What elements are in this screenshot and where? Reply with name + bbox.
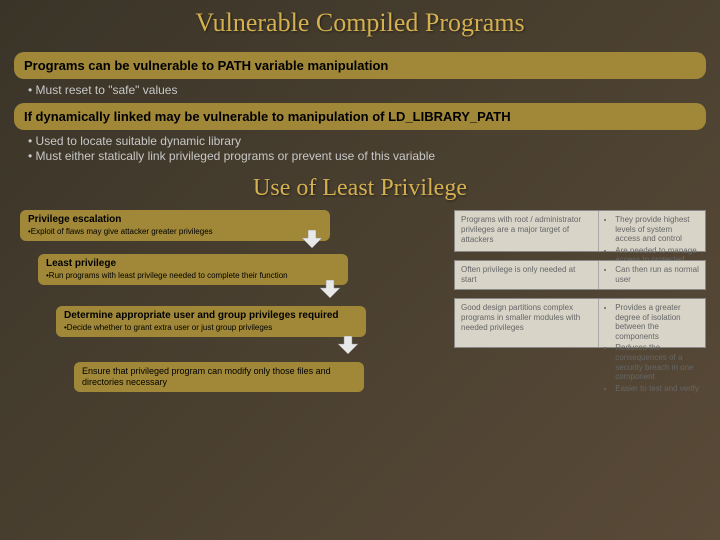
- box-head: Programs can be vulnerable to PATH varia…: [24, 58, 696, 73]
- side-right-item: They provide highest levels of system ac…: [615, 215, 699, 244]
- side-left-text: Good design partitions complex programs …: [455, 299, 599, 347]
- bullet-item: Used to locate suitable dynamic library: [28, 134, 706, 148]
- arrow-down-icon: [320, 280, 340, 298]
- side-left-text: Programs with root / administrator privi…: [455, 211, 599, 251]
- arrow-down-icon: [302, 230, 322, 248]
- step-title: Privilege escalation: [28, 214, 322, 225]
- side-right-item: Reduces the consequences of a security b…: [615, 343, 699, 381]
- step-ensure-modify: Ensure that privileged program can modif…: [74, 362, 364, 392]
- box-path-manipulation: Programs can be vulnerable to PATH varia…: [14, 52, 706, 79]
- step-least-privilege: Least privilege •Run programs with least…: [38, 254, 348, 285]
- box-head: If dynamically linked may be vulnerable …: [24, 109, 696, 124]
- bullets-ldlibrary: Used to locate suitable dynamic library …: [28, 134, 706, 163]
- step-determine-privileges: Determine appropriate user and group pri…: [56, 306, 366, 337]
- side-box-root-target: Programs with root / administrator privi…: [454, 210, 706, 252]
- side-box-good-design: Good design partitions complex programs …: [454, 298, 706, 348]
- bullet-item: Must reset to "safe" values: [28, 83, 706, 97]
- side-left-text: Often privilege is only needed at start: [455, 261, 599, 289]
- step-title: Determine appropriate user and group pri…: [64, 310, 358, 321]
- bullets-path: Must reset to "safe" values: [28, 83, 706, 97]
- step-text: •Exploit of flaws may give attacker grea…: [28, 227, 322, 237]
- step-title: Least privilege: [46, 258, 340, 269]
- side-box-only-start: Often privilege is only needed at start …: [454, 260, 706, 290]
- side-right-list: Can then run as normal user: [599, 261, 705, 289]
- box-ldlibrary: If dynamically linked may be vulnerable …: [14, 103, 706, 130]
- arrow-down-icon: [338, 336, 358, 354]
- step-privilege-escalation: Privilege escalation •Exploit of flaws m…: [20, 210, 330, 241]
- main-title: Vulnerable Compiled Programs: [0, 0, 720, 48]
- side-right-item: Provides a greater degree of isolation b…: [615, 303, 699, 341]
- side-right-list: They provide highest levels of system ac…: [599, 211, 705, 251]
- bullet-item: Must either statically link privileged p…: [28, 149, 706, 163]
- section-title: Use of Least Privilege: [0, 169, 720, 210]
- lower-section: Privilege escalation •Exploit of flaws m…: [0, 210, 720, 450]
- side-right-list: Provides a greater degree of isolation b…: [599, 299, 705, 347]
- side-right-item: Easier to test and verify: [615, 384, 699, 394]
- step-text: •Run programs with least privilege neede…: [46, 271, 340, 281]
- step-text: Ensure that privileged program can modif…: [82, 366, 356, 388]
- step-text: •Decide whether to grant extra user or j…: [64, 323, 358, 333]
- side-right-item: Can then run as normal user: [615, 265, 699, 284]
